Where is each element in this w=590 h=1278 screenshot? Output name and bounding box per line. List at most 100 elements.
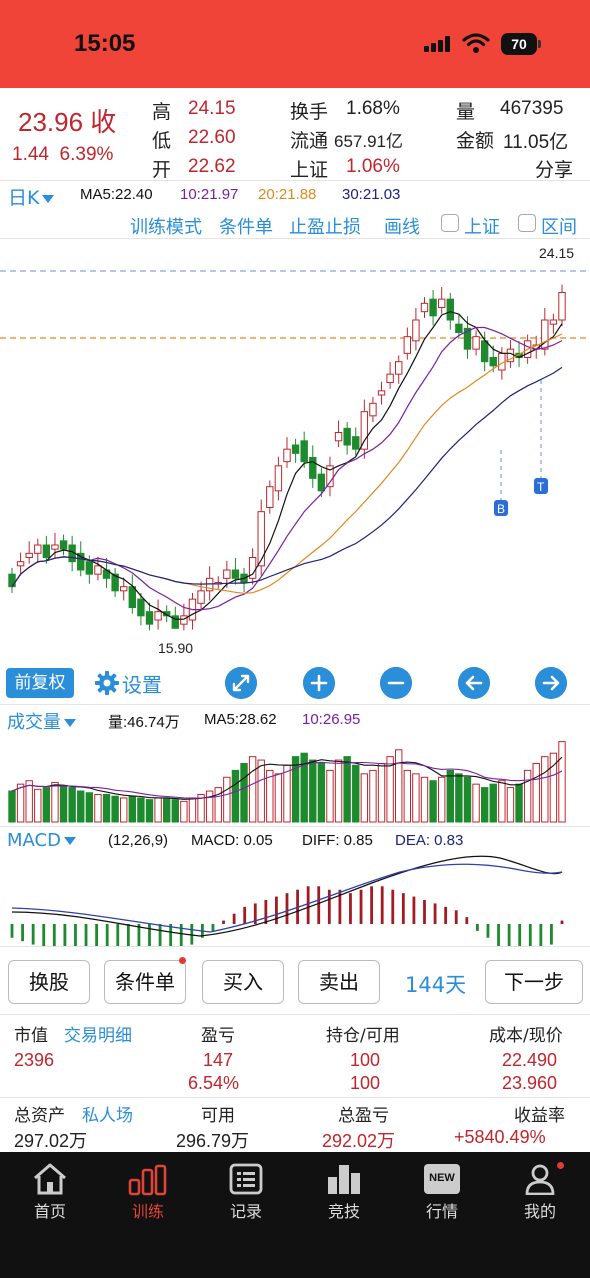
return-label: 收益率 [514,1106,565,1126]
training-mode-link[interactable]: 训练模式 [130,213,202,239]
battery-indicator: 70 [501,33,537,55]
volume-bar [523,769,532,823]
tp-sl-link[interactable]: 止盈止损 [289,213,361,239]
range-checkbox[interactable] [518,214,536,232]
next-step-button[interactable]: 下一步 [485,960,583,1004]
macd-bar [275,896,278,924]
macd-bar [105,924,109,946]
draw-line-link[interactable]: 画线 [384,213,420,239]
conditional-order-button[interactable]: 条件单 [104,960,186,1004]
remaining-days: 144天 [405,973,467,997]
new-icon: NEW [424,1164,460,1194]
change-value: 1.44 [12,144,49,165]
period-selector[interactable]: 日K [8,183,55,210]
sell-marker-label: T [537,480,545,494]
volume-bar [68,787,76,823]
candle [489,357,497,367]
arrow-left-icon[interactable] [458,667,490,699]
period-label: 日K [8,187,40,209]
macd-indicator-selector[interactable]: MACD [7,830,76,851]
volume-bar [377,763,386,823]
volume-bar [403,769,412,823]
volume-bar [420,776,429,823]
candle [317,473,326,492]
expand-icon[interactable] [225,667,257,699]
kline-chart[interactable]: 24.15 15.90 B T [0,240,590,660]
volume-bar [77,790,85,823]
adjust-mode-button[interactable]: 前复权 [6,668,74,698]
volume-bar [352,764,360,823]
zoom-in-icon[interactable] [303,667,335,699]
conditional-order-link[interactable]: 条件单 [219,213,273,239]
sell-button[interactable]: 卖出 [298,960,380,1004]
trade-detail-link[interactable]: 交易明细 [64,1021,132,1046]
cellular-signal-icon [424,36,454,52]
buy-button[interactable]: 买入 [202,960,284,1004]
macd-bar [306,886,310,924]
candle [420,302,429,313]
volume-bar [326,769,334,823]
candle [480,340,489,363]
macd-bar [486,924,490,938]
macd-chart[interactable] [0,850,590,946]
volume-bar [34,788,42,823]
dea-value: DEA: 0.83 [395,832,464,849]
macd-bar [285,893,289,924]
battery-cap-icon [538,40,541,48]
total-assets-label: 总资产 [14,1106,65,1126]
status-bar: 15:05 70 [0,0,590,88]
settings-label[interactable]: 设置 [122,669,162,698]
volume-bar [412,773,420,823]
volume-bar [120,797,128,823]
volume-bar [429,780,437,823]
home-icon [34,1163,66,1195]
candle [455,323,463,333]
index-checkbox[interactable] [441,214,459,232]
high-label: 高 [152,101,172,123]
high-price-label: 24.15 [539,245,574,261]
gear-icon[interactable] [94,670,120,696]
volume-bar [317,763,326,823]
volume-bar [248,756,257,823]
pnl-value: 147 [203,1050,234,1070]
low-price-label: 15.90 [158,640,193,656]
pnl-pct: 6.54% [188,1073,240,1093]
candle [549,319,558,325]
amount-value: 11.05亿 [503,132,569,153]
macd-bar [190,924,194,945]
macd-bar [31,924,35,945]
macd-bar [391,889,395,924]
volume-bar [240,763,248,823]
zoom-out-icon[interactable] [380,667,412,699]
macd-bar [454,910,458,924]
swap-stock-button[interactable]: 换股 [8,960,90,1004]
position-value: 100 [350,1050,381,1070]
nav-home-label: 首页 [33,1202,66,1221]
macd-bar [550,924,553,945]
high-value: 24.15 [188,98,236,119]
candle [231,569,240,579]
volume-bar [369,769,377,823]
candle [352,436,360,450]
volume-bar [446,769,454,823]
macd-bar [423,900,426,924]
ma10-value: 10:21.97 [180,186,239,203]
volume-bar [111,795,119,823]
private-room-link[interactable]: 私人场 [82,1101,133,1126]
range-checkbox-label: 区间 [541,217,577,238]
volume-bar [16,783,25,823]
volume-chart[interactable] [0,728,590,824]
candle [291,444,300,454]
turnover-value: 1.68% [346,98,400,119]
arrow-right-icon[interactable] [535,667,567,699]
volume-bar [489,783,497,823]
usable-label: 可用 [201,1106,235,1126]
index-label: 上证 [290,159,329,181]
candle [266,486,274,509]
diff-value: DIFF: 0.85 [302,832,373,849]
macd-bar [444,906,448,924]
volume-bar [463,776,472,823]
macd-bar [126,924,130,946]
share-link[interactable]: 分享 [535,155,573,182]
macd-bar [211,924,215,931]
